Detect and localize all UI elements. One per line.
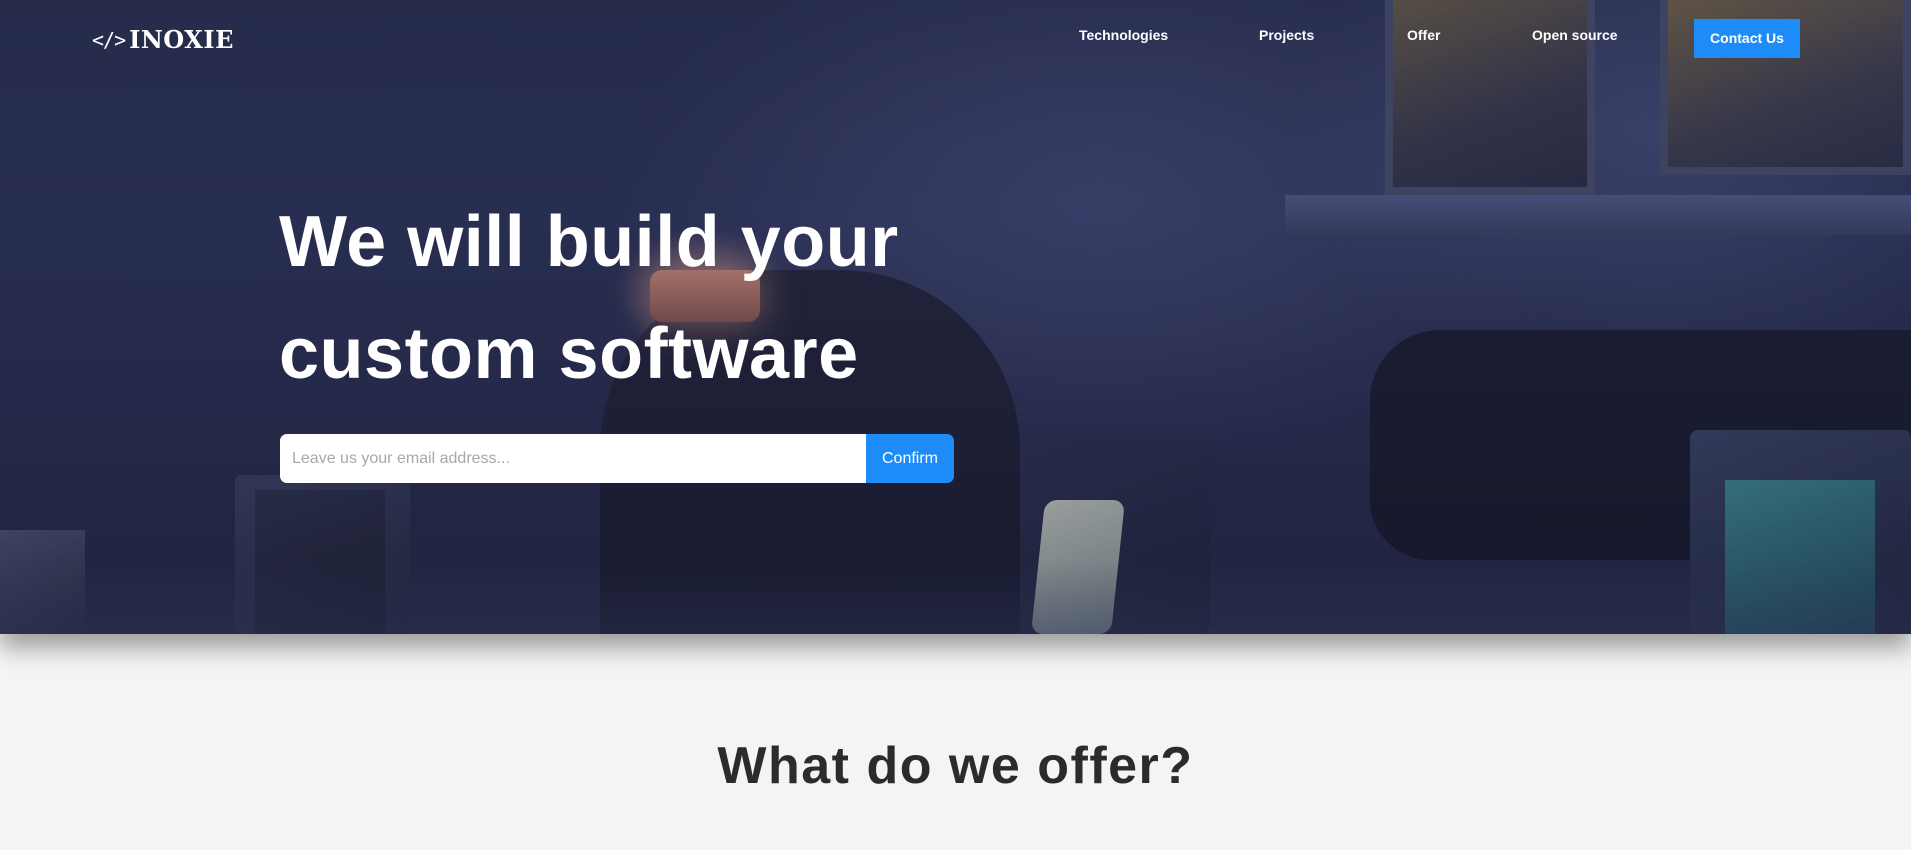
hero-title-line-1: We will build your — [279, 202, 899, 282]
email-input[interactable] — [280, 434, 866, 483]
contact-us-button[interactable]: Contact Us — [1694, 19, 1800, 58]
email-signup-form: Confirm — [280, 434, 954, 483]
hero-section: </> INOXIE Technologies Projects Offer O… — [0, 0, 1911, 634]
brand-logo[interactable]: </> INOXIE — [92, 25, 234, 54]
hero-title-line-2: custom software — [279, 314, 859, 394]
offer-section-title: What do we offer? — [717, 737, 1194, 795]
nav-link-technologies[interactable]: Technologies — [1079, 27, 1168, 43]
nav-link-offer[interactable]: Offer — [1407, 27, 1440, 43]
nav-link-open-source[interactable]: Open source — [1532, 27, 1618, 43]
top-navigation: </> INOXIE Technologies Projects Offer O… — [0, 0, 1911, 80]
nav-link-projects[interactable]: Projects — [1259, 27, 1314, 43]
brand-name: INOXIE — [129, 25, 234, 54]
hero-title: We will build your custom software — [279, 186, 1039, 410]
code-brackets-icon: </> — [92, 27, 126, 52]
confirm-button[interactable]: Confirm — [866, 434, 954, 483]
